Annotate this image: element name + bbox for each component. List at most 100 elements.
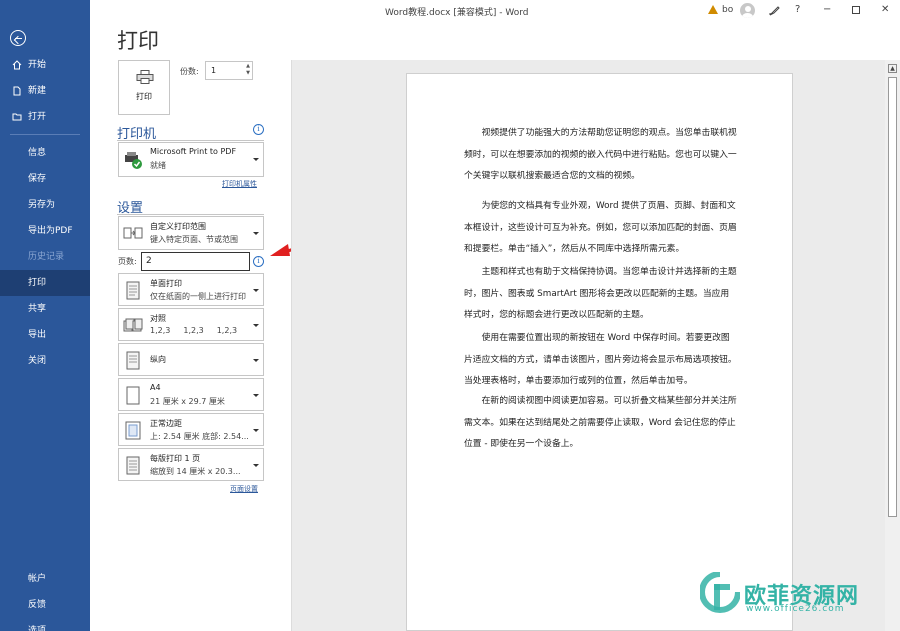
nav-item-label: 导出 bbox=[28, 330, 47, 340]
page-title: 打印 bbox=[117, 29, 159, 53]
copies-value: 1 bbox=[211, 66, 217, 75]
pages-per-sheet-subtitle: 缩放到 14 厘米 x 20.3... bbox=[150, 467, 241, 476]
nav-item-new[interactable]: 新建 bbox=[0, 78, 90, 104]
custom-range-icon bbox=[123, 227, 143, 239]
orientation-title: 纵向 bbox=[150, 355, 166, 364]
paper-title: A4 bbox=[150, 383, 161, 392]
orientation-dropdown[interactable]: 纵向 bbox=[118, 343, 264, 376]
collate-icon bbox=[123, 318, 143, 332]
chevron-down-icon bbox=[253, 158, 259, 161]
print-range-dropdown[interactable]: 自定义打印范围 键入特定页面、节或范围 bbox=[118, 216, 264, 250]
printer-properties-link[interactable]: 打印机属性 bbox=[222, 179, 257, 189]
window-title: Word教程.docx [兼容模式] - Word bbox=[385, 8, 529, 18]
sides-dropdown[interactable]: 单面打印 仅在纸面的一侧上进行打印 bbox=[118, 273, 264, 306]
paper-subtitle: 21 厘米 x 29.7 厘米 bbox=[150, 397, 225, 406]
collate-sequence: 1,2,3 bbox=[183, 326, 204, 335]
margins-title: 正常边距 bbox=[150, 419, 182, 428]
nav-item-label: 开始 bbox=[28, 60, 47, 70]
nav-item-export-pdf[interactable]: 导出为PDF bbox=[0, 218, 90, 244]
nav-item-print[interactable]: 打印 bbox=[0, 270, 90, 296]
chevron-down-icon bbox=[253, 464, 259, 467]
copies-spinner[interactable]: ▲ ▼ bbox=[246, 63, 250, 77]
nav-item-label: 共享 bbox=[28, 304, 47, 314]
print-button-label: 打印 bbox=[136, 92, 152, 101]
paper-size-icon bbox=[126, 386, 140, 405]
pages-value: 2 bbox=[146, 256, 152, 266]
copies-input[interactable]: 1 ▲ ▼ bbox=[205, 61, 253, 80]
nav-item-label: 新建 bbox=[28, 86, 47, 96]
copies-label: 份数: bbox=[180, 67, 199, 76]
nav-item-home[interactable]: 开始 bbox=[0, 52, 90, 78]
nav-item-label: 关闭 bbox=[28, 356, 47, 366]
home-icon bbox=[12, 60, 22, 70]
nav-item-info[interactable]: 信息 bbox=[0, 140, 90, 166]
watermark-url: www.office26.com bbox=[746, 604, 845, 614]
printer-ready-icon bbox=[125, 152, 142, 169]
printer-dropdown[interactable]: Microsoft Print to PDF 就绪 bbox=[118, 142, 264, 177]
document-paragraph: 为使您的文档具有专业外观，Word 提供了页眉、页脚、封面和文本框设计，这些设计… bbox=[464, 201, 737, 254]
nav-item-label: 打印 bbox=[28, 278, 47, 288]
chevron-down-icon bbox=[253, 359, 259, 362]
nav-item-share[interactable]: 共享 bbox=[0, 296, 90, 322]
backstage-nav: 开始 新建 打开 信息 保存 另存为 导出为PDF 历史记录 打印 共享 导出 … bbox=[0, 0, 90, 631]
collate-sequence: 1,2,3 bbox=[150, 326, 171, 335]
nav-item-save[interactable]: 保存 bbox=[0, 166, 90, 192]
printer-icon bbox=[136, 70, 154, 84]
document-paragraph: 主题和样式也有助于文档保持协调。当您单击设计并选择新的主题时，图片、图表或 Sm… bbox=[464, 267, 737, 320]
maximize-icon[interactable] bbox=[852, 6, 860, 14]
nav-item-save-as[interactable]: 另存为 bbox=[0, 192, 90, 218]
nav-item-options[interactable]: 选项 bbox=[0, 618, 90, 631]
pages-input[interactable]: 2 bbox=[141, 252, 250, 271]
close-icon[interactable]: ✕ bbox=[881, 4, 889, 15]
sides-subtitle: 仅在纸面的一侧上进行打印 bbox=[150, 292, 246, 301]
chevron-down-icon bbox=[253, 232, 259, 235]
nav-item-label: 打开 bbox=[28, 112, 47, 122]
scrollbar-thumb[interactable] bbox=[888, 77, 897, 517]
pages-per-sheet-title: 每版打印 1 页 bbox=[150, 454, 201, 463]
info-icon[interactable]: i bbox=[253, 256, 264, 267]
section-divider bbox=[117, 214, 264, 215]
user-name[interactable]: bo bbox=[722, 5, 733, 15]
single-sided-icon bbox=[126, 281, 140, 300]
vertical-scrollbar[interactable]: ▲ bbox=[885, 60, 900, 631]
nav-item-feedback[interactable]: 反馈 bbox=[0, 592, 90, 618]
help-icon[interactable]: ? bbox=[795, 4, 800, 15]
portrait-icon bbox=[126, 351, 140, 370]
collate-dropdown[interactable]: 对照 1,2,3 1,2,3 1,2,3 bbox=[118, 308, 264, 341]
document-paragraph: 使用在需要位置出现的新按钮在 Word 中保存时间。若要更改图片适应文档的方式，… bbox=[464, 333, 737, 386]
nav-divider bbox=[10, 134, 80, 135]
preview-page: 视频提供了功能强大的方法帮助您证明您的观点。当您单击联机视频时，可以在想要添加的… bbox=[406, 73, 793, 631]
nav-item-account[interactable]: 帐户 bbox=[0, 566, 90, 592]
margins-subtitle: 上: 2.54 厘米 底部: 2.54... bbox=[150, 432, 249, 441]
watermark-logo-icon bbox=[700, 572, 740, 613]
scroll-up-icon[interactable]: ▲ bbox=[888, 64, 897, 73]
document-paragraph: 在新的阅读视图中阅读更加容易。可以折叠文档某些部分并关注所需文本。如果在达到结尾… bbox=[464, 396, 737, 449]
section-divider bbox=[117, 140, 264, 141]
print-button[interactable]: 打印 bbox=[118, 60, 170, 115]
range-title: 自定义打印范围 bbox=[150, 222, 206, 231]
range-subtitle: 键入特定页面、节或范围 bbox=[150, 235, 238, 244]
chevron-down-icon bbox=[253, 394, 259, 397]
margins-dropdown[interactable]: 正常边距 上: 2.54 厘米 底部: 2.54... bbox=[118, 413, 264, 446]
nav-item-close[interactable]: 关闭 bbox=[0, 348, 90, 374]
minimize-icon[interactable]: − bbox=[823, 4, 831, 15]
title-bar: Word教程.docx [兼容模式] - Word bo ? − ✕ bbox=[90, 0, 900, 22]
collate-title: 对照 bbox=[150, 314, 166, 323]
nav-item-open[interactable]: 打开 bbox=[0, 104, 90, 130]
warning-icon[interactable] bbox=[708, 5, 718, 14]
back-arrow-icon[interactable] bbox=[10, 30, 26, 46]
pages-per-sheet-dropdown[interactable]: 每版打印 1 页 缩放到 14 厘米 x 20.3... bbox=[118, 448, 264, 481]
chevron-down-icon bbox=[253, 324, 259, 327]
chevron-down-icon bbox=[253, 289, 259, 292]
nav-item-history: 历史记录 bbox=[0, 244, 90, 270]
chevron-down-icon bbox=[253, 429, 259, 432]
page-setup-link[interactable]: 页面设置 bbox=[230, 484, 258, 494]
folder-open-icon bbox=[12, 113, 22, 121]
avatar[interactable] bbox=[740, 3, 755, 18]
pages-per-sheet-icon bbox=[126, 456, 140, 475]
nav-item-label: 另存为 bbox=[28, 200, 56, 210]
info-icon[interactable]: i bbox=[253, 124, 264, 135]
paper-size-dropdown[interactable]: A4 21 厘米 x 29.7 厘米 bbox=[118, 378, 264, 411]
pen-feedback-icon[interactable] bbox=[768, 4, 781, 17]
nav-item-export[interactable]: 导出 bbox=[0, 322, 90, 348]
